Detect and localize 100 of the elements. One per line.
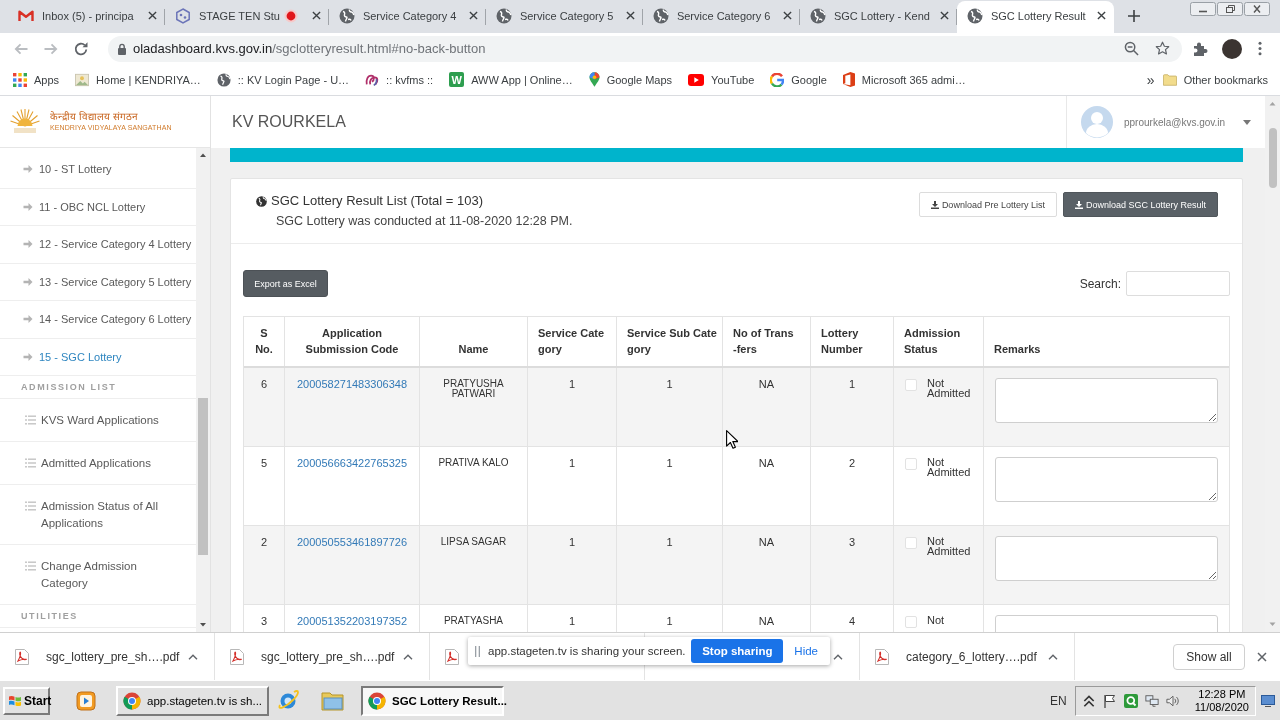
close-icon[interactable] [939, 11, 949, 20]
bookmark-item[interactable]: :: kvfms :: [361, 67, 438, 92]
magnifier-tile-icon[interactable] [1123, 693, 1138, 708]
pdf-file-icon[interactable] [230, 648, 244, 665]
restore-button[interactable] [1217, 2, 1243, 16]
clock-date[interactable]: 11/08/2020 [1194, 700, 1249, 714]
browser-tab[interactable]: Service Category 4 [328, 1, 486, 33]
new-tab-icon[interactable] [1127, 10, 1140, 22]
close-icon[interactable] [625, 11, 635, 20]
arrow-right-icon [23, 351, 33, 362]
table-cell: PRATIVA KALO [419, 447, 527, 525]
globe-orbit-icon[interactable] [277, 689, 299, 712]
play-tile-icon[interactable] [76, 690, 96, 711]
scrollbar-thumb[interactable] [198, 398, 208, 555]
caret-up-icon[interactable] [833, 653, 843, 660]
admission-status: Not Admitted [927, 378, 972, 398]
remarks-field[interactable] [995, 536, 1218, 581]
column-header: Remarks [983, 317, 1229, 366]
arrow-right-icon [23, 164, 33, 175]
application-code-link[interactable]: 200051352203197352 [296, 615, 408, 627]
drag-handle-icon[interactable] [475, 645, 480, 657]
show-desktop-icon[interactable] [1261, 694, 1275, 707]
language-indicator[interactable]: EN [1050, 693, 1067, 708]
speaker-icon[interactable] [1165, 693, 1180, 708]
avatar-icon[interactable] [1222, 38, 1242, 59]
zoom-out-icon[interactable] [1124, 41, 1139, 56]
bookmark-item[interactable]: W AWW App | Online… [445, 67, 577, 92]
more-bookmarks-button[interactable]: » [1146, 71, 1155, 88]
download-button[interactable]: Download Pre Lottery List [918, 192, 1057, 217]
download-file-name[interactable]: category_6_lottery….pdf [906, 649, 1037, 664]
close-icon[interactable] [148, 11, 157, 20]
export-excel-button[interactable]: Export as Excel [243, 270, 328, 297]
close-icon[interactable] [1096, 11, 1106, 20]
remarks-field[interactable] [995, 457, 1218, 502]
bookmark-item[interactable]: YouTube [684, 67, 759, 92]
user-avatar-icon [1081, 106, 1113, 138]
star-icon[interactable] [1155, 41, 1170, 56]
scrollbar-thumb[interactable] [1269, 128, 1277, 188]
expand-tray-icon[interactable] [1081, 693, 1096, 708]
org-name-hindi: केन्द्रीय विद्यालय संगठन [50, 110, 139, 122]
table-cell: 1 [527, 526, 616, 604]
tile-logo-icon [842, 72, 855, 87]
clock-time[interactable]: 12:28 PM [1198, 687, 1246, 701]
network-icon[interactable] [1144, 693, 1159, 708]
minimize-button[interactable] [1190, 2, 1216, 16]
browser-tab[interactable]: SGC Lottery Result [956, 1, 1114, 33]
caret-up-icon[interactable] [403, 653, 413, 660]
pdf-file-icon[interactable] [875, 648, 889, 665]
bookmark-item[interactable]: Home | KENDRIYA… [71, 67, 205, 92]
close-window-button[interactable] [1244, 2, 1270, 16]
more-menu-icon[interactable] [1258, 41, 1262, 56]
address-bar[interactable]: oladashboard.kvs.gov.in/sgclotteryresult.html#no-back-button [108, 35, 1182, 62]
bookmark-folder[interactable]: Other bookmarks [1158, 67, 1272, 92]
browser-tab[interactable]: Service Category 5 [485, 1, 643, 33]
taskbar-window-button[interactable]: SGC Lottery Result... [361, 685, 504, 716]
browser-tab[interactable]: Inbox (5) - principa [8, 1, 165, 33]
application-code-link[interactable]: 200056663422765325 [296, 457, 408, 469]
checkbox[interactable] [905, 616, 917, 628]
close-icon[interactable] [1257, 651, 1267, 662]
taskbar-window-button[interactable]: app.stageten.tv is sh... [116, 685, 269, 716]
stop-sharing-button[interactable]: Stop sharing [691, 639, 784, 663]
admission-status: Not Admitted [927, 457, 972, 477]
reload-icon[interactable] [73, 40, 89, 57]
globe-icon [809, 7, 826, 24]
table-cell: 1 [616, 526, 722, 604]
remarks-field[interactable] [995, 378, 1218, 423]
bookmark-item[interactable]: Apps [9, 67, 64, 92]
show-all-button[interactable]: Show all [1173, 643, 1245, 670]
admission-status: Not Admitted [927, 536, 972, 556]
bookmark-item[interactable]: Microsoft 365 admi… [838, 67, 970, 92]
bookmark-item[interactable]: Google Maps [584, 67, 677, 92]
close-icon[interactable] [311, 11, 321, 20]
arrow-right-icon [23, 201, 33, 212]
checkbox[interactable] [905, 458, 917, 470]
browser-tab[interactable]: STAGE TEN Stu [165, 1, 329, 33]
puzzle-piece-icon[interactable] [1192, 40, 1208, 57]
caret-up-icon[interactable] [188, 653, 198, 660]
browser-tab[interactable]: Service Category 6 [642, 1, 800, 33]
application-code-link[interactable]: 200058271483306348 [296, 378, 408, 390]
pdf-file-icon[interactable] [445, 648, 459, 665]
download-button[interactable]: Download SGC Lottery Result [1062, 192, 1218, 217]
bookmark-item[interactable]: :: KV Login Page - U… [212, 67, 354, 92]
browser-tab[interactable]: SGC Lottery - Kend [799, 1, 957, 33]
hexagon-icon [175, 7, 191, 24]
checkbox[interactable] [905, 537, 917, 549]
close-icon[interactable] [782, 11, 792, 20]
bookmark-item[interactable]: Google [766, 67, 831, 92]
search-field[interactable] [1126, 271, 1230, 296]
caret-up-icon[interactable] [1048, 653, 1058, 660]
table-cell: 1 [616, 447, 722, 525]
pdf-file-icon[interactable] [15, 648, 29, 665]
download-icon [930, 200, 939, 209]
download-file-name[interactable]: sgc_lottery_pre_sh….pdf [46, 649, 180, 664]
close-icon[interactable] [468, 11, 478, 20]
start-button[interactable]: Start [3, 686, 50, 715]
application-code-link[interactable]: 200050553461897726 [296, 536, 408, 548]
checkbox[interactable] [905, 379, 917, 391]
flag-icon[interactable] [1102, 693, 1117, 708]
download-file-name[interactable]: sgc_lottery_pre_sh….pdf [261, 649, 395, 664]
hide-link[interactable]: Hide [794, 645, 818, 657]
